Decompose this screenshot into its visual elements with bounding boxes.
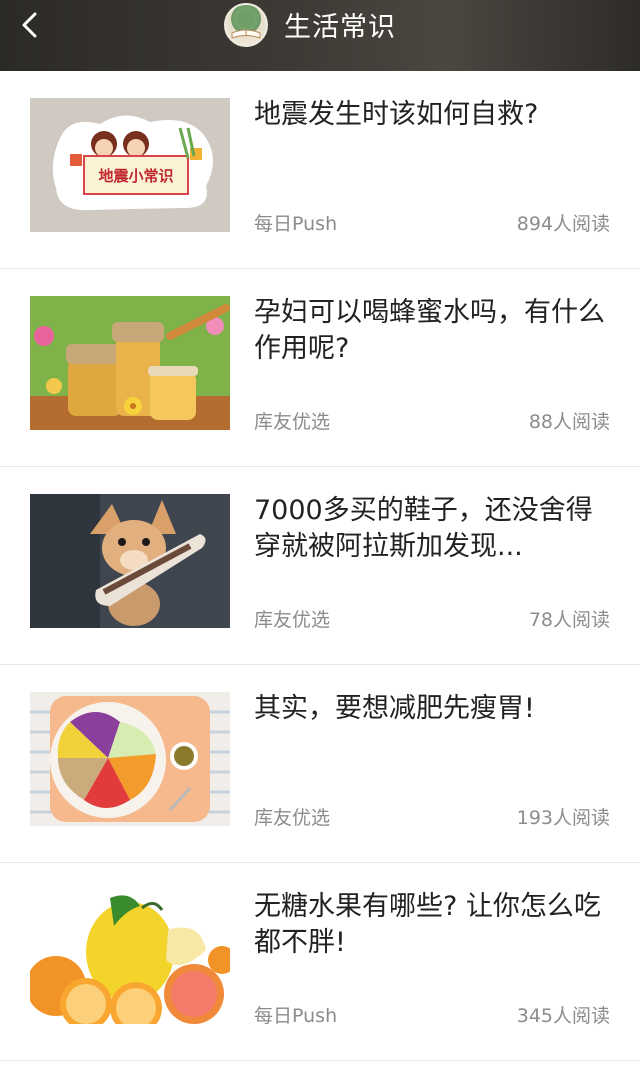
article-item[interactable]: 7000多买的鞋子，还没舍得穿就被阿拉斯加发现... 库友优选 78人阅读 xyxy=(0,467,640,665)
back-button[interactable] xyxy=(10,6,50,46)
article-read-count: 345人阅读 xyxy=(516,1005,610,1027)
article-thumbnail xyxy=(30,296,230,430)
article-source: 库友优选 xyxy=(254,411,331,433)
article-thumbnail xyxy=(30,494,230,628)
article-read-count: 78人阅读 xyxy=(528,609,610,631)
thumbnail-label: 地震小常识 xyxy=(98,167,173,185)
book-avatar-icon xyxy=(231,10,261,39)
article-read-count: 88人阅读 xyxy=(528,411,610,433)
article-thumbnail xyxy=(30,890,230,1024)
honey-jars-image xyxy=(30,296,230,430)
article-title[interactable]: 其实，要想减肥先瘦胃! xyxy=(254,691,614,727)
app-header: 生活常识 xyxy=(0,0,640,71)
article-item[interactable]: 其实，要想减肥先瘦胃! 库友优选 193人阅读 xyxy=(0,665,640,863)
chevron-left-icon xyxy=(22,12,37,38)
page-title: 生活常识 xyxy=(284,12,396,43)
citrus-fruits-image xyxy=(30,890,230,1024)
article-title[interactable]: 孕妇可以喝蜂蜜水吗，有什么作用呢? xyxy=(254,295,614,367)
article-source: 库友优选 xyxy=(254,609,331,631)
article-source: 每日Push xyxy=(254,213,338,235)
article-item[interactable]: 孕妇可以喝蜂蜜水吗，有什么作用呢? 库友优选 88人阅读 xyxy=(0,269,640,467)
article-list: 地震小常识 地震发生时该如何自救? 每日Push 894人阅读 孕妇可以喝蜂蜜水… xyxy=(0,71,640,1061)
article-title[interactable]: 无糖水果有哪些? 让你怎么吃都不胖! xyxy=(254,889,614,961)
salad-bowl-image xyxy=(30,692,230,826)
article-thumbnail: 地震小常识 xyxy=(30,98,230,232)
article-read-count: 894人阅读 xyxy=(516,213,610,235)
earthquake-tips-image: 地震小常识 xyxy=(30,98,230,232)
article-thumbnail xyxy=(30,692,230,826)
article-item[interactable]: 无糖水果有哪些? 让你怎么吃都不胖! 每日Push 345人阅读 xyxy=(0,863,640,1061)
article-source: 库友优选 xyxy=(254,807,331,829)
article-title[interactable]: 地震发生时该如何自救? xyxy=(254,97,614,133)
channel-avatar xyxy=(224,3,268,47)
article-source: 每日Push xyxy=(254,1005,338,1027)
article-read-count: 193人阅读 xyxy=(516,807,610,829)
article-title[interactable]: 7000多买的鞋子，还没舍得穿就被阿拉斯加发现... xyxy=(254,493,614,565)
dog-with-shoe-image xyxy=(30,494,230,628)
article-item[interactable]: 地震小常识 地震发生时该如何自救? 每日Push 894人阅读 xyxy=(0,71,640,269)
